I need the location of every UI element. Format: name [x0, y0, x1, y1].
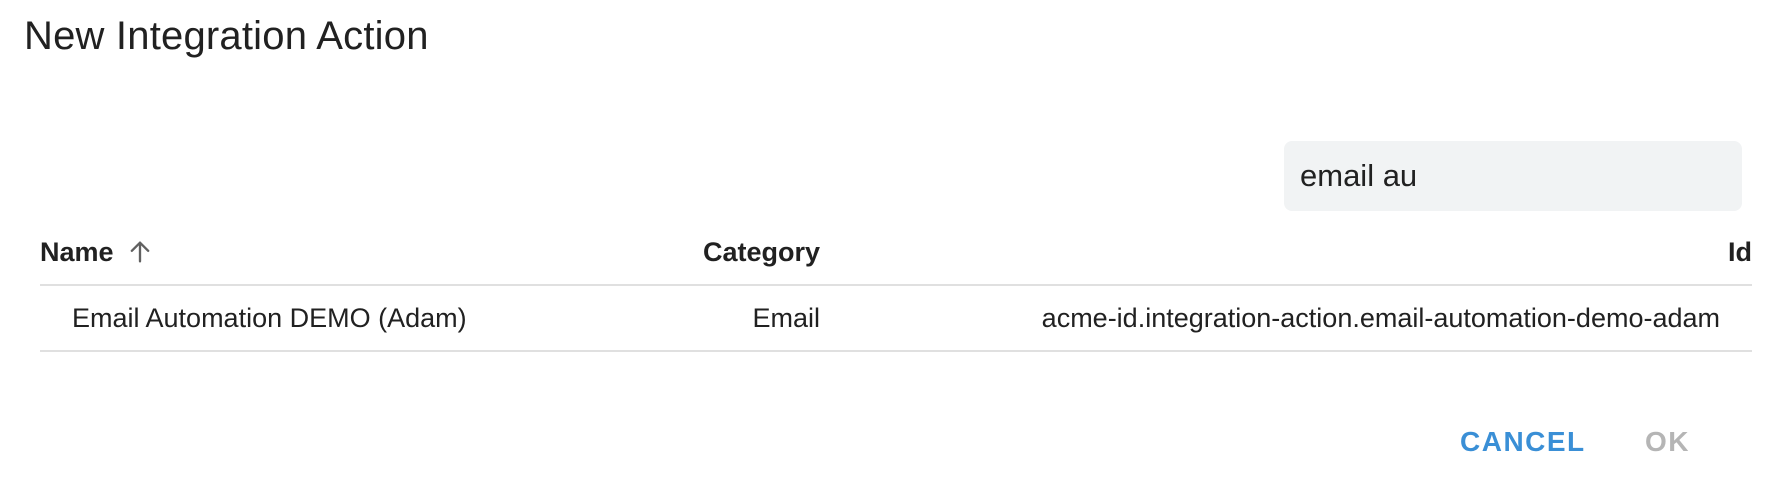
- row-category-cell: Email: [752, 302, 820, 333]
- column-header-name[interactable]: Name: [40, 220, 154, 284]
- search-field[interactable]: [1284, 141, 1742, 211]
- column-header-name-label: Name: [40, 236, 114, 267]
- table-header-row: Name Category Id: [40, 220, 1752, 286]
- column-header-id[interactable]: Id: [1728, 220, 1752, 284]
- search-input[interactable]: [1300, 158, 1726, 194]
- dialog-title: New Integration Action: [24, 14, 429, 58]
- integration-actions-table: Name Category Id Email Automation DEMO (…: [40, 220, 1752, 352]
- cancel-button[interactable]: CANCEL: [1460, 414, 1586, 470]
- column-header-category[interactable]: Category: [703, 220, 820, 284]
- table-row[interactable]: Email Automation DEMO (Adam) Email acme-…: [40, 286, 1752, 352]
- dialog-actions: CANCEL OK: [0, 414, 1784, 470]
- new-integration-action-dialog: New Integration Action Name Category Id …: [0, 0, 1784, 484]
- ok-button[interactable]: OK: [1645, 414, 1690, 470]
- row-id-cell: acme-id.integration-action.email-automat…: [1041, 302, 1720, 333]
- row-name-cell: Email Automation DEMO (Adam): [72, 302, 467, 333]
- arrow-up-icon[interactable]: [126, 238, 154, 266]
